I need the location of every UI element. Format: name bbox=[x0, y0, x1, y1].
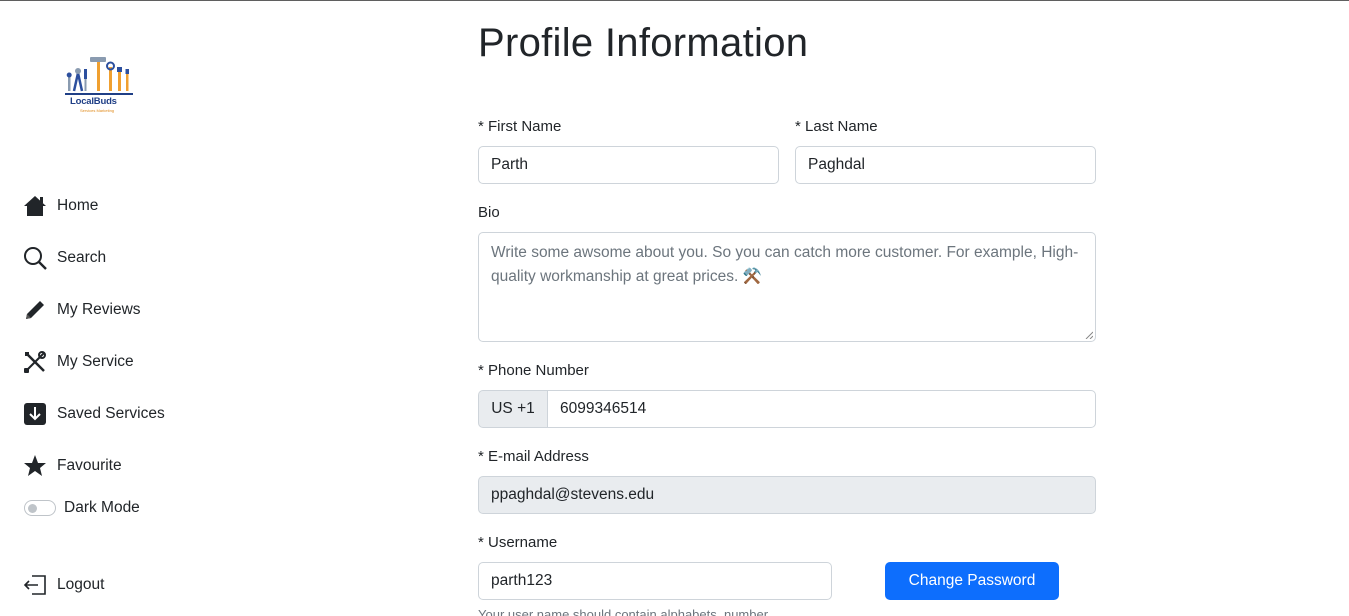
email-field: ppaghdal@stevens.edu bbox=[478, 476, 1096, 514]
sidebar-item-favourite[interactable]: Favourite bbox=[23, 452, 122, 480]
last-name-input[interactable]: Paghdal bbox=[795, 146, 1096, 184]
phone-input-group: US +1 6099346514 bbox=[478, 390, 1096, 428]
page-title: Profile Information bbox=[478, 21, 809, 65]
sidebar-item-label: My Service bbox=[57, 353, 134, 370]
sidebar-item-home[interactable]: Home bbox=[23, 192, 98, 220]
bio-placeholder: Write some awsome about you. So you can … bbox=[491, 244, 1079, 285]
dark-mode-label: Dark Mode bbox=[64, 499, 140, 516]
sidebar-item-label: Home bbox=[57, 197, 99, 214]
sidebar-item-label: Search bbox=[57, 249, 107, 266]
resize-grip-icon[interactable] bbox=[1085, 331, 1093, 339]
sidebar-item-search[interactable]: Search bbox=[23, 244, 106, 272]
sidebar-item-my-reviews[interactable]: My Reviews bbox=[23, 296, 141, 324]
star-icon bbox=[23, 453, 49, 479]
brand-tagline: Services Marketing bbox=[80, 108, 115, 113]
change-password-button[interactable]: Change Password bbox=[885, 562, 1059, 600]
username-label: * Username bbox=[478, 534, 558, 551]
tools-icon bbox=[23, 349, 49, 375]
bio-label: Bio bbox=[478, 204, 500, 221]
username-input[interactable]: parth123 bbox=[478, 562, 832, 600]
first-name-label: * First Name bbox=[478, 118, 562, 135]
username-help-text: Your user name should contain alphabets,… bbox=[478, 607, 769, 616]
phone-number-input[interactable]: 6099346514 bbox=[547, 390, 1096, 428]
country-code-addon: US +1 bbox=[478, 390, 547, 428]
sidebar-item-saved-services[interactable]: Saved Services bbox=[23, 400, 165, 428]
email-label: * E-mail Address bbox=[478, 448, 589, 465]
pencil-icon bbox=[23, 297, 49, 323]
dark-mode-switch[interactable] bbox=[24, 500, 56, 516]
logout-button[interactable]: Logout bbox=[23, 571, 104, 599]
sidebar-item-label: Favourite bbox=[57, 457, 122, 474]
last-name-label: * Last Name bbox=[795, 118, 878, 135]
sidebar-item-label: My Reviews bbox=[57, 301, 141, 318]
sidebar-item-label: Saved Services bbox=[57, 405, 165, 422]
first-name-input[interactable]: Parth bbox=[478, 146, 779, 184]
tools-logo-icon bbox=[66, 57, 129, 92]
sidebar-item-my-service[interactable]: My Service bbox=[23, 348, 134, 376]
bio-textarea[interactable]: Write some awsome about you. So you can … bbox=[478, 232, 1096, 342]
search-icon bbox=[23, 245, 49, 271]
brand-name: LocalBuds bbox=[70, 96, 117, 107]
phone-number-label: * Phone Number bbox=[478, 362, 589, 379]
home-icon bbox=[23, 193, 49, 219]
download-box-icon bbox=[23, 401, 49, 427]
logout-label: Logout bbox=[57, 576, 105, 593]
logo-underline bbox=[65, 93, 133, 95]
dark-mode-toggle-row[interactable]: Dark Mode bbox=[24, 498, 140, 518]
brand-logo[interactable]: LocalBuds Services Marketing bbox=[64, 55, 136, 117]
logout-icon bbox=[23, 572, 49, 598]
switch-knob bbox=[28, 504, 37, 513]
